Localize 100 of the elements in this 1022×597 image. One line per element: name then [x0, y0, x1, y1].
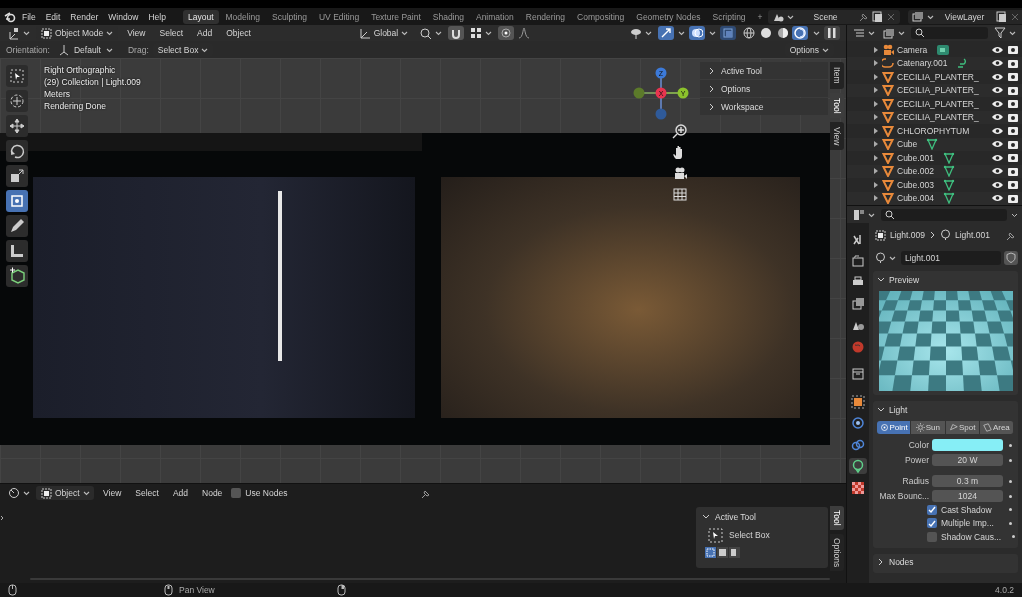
checkbox[interactable]: [927, 504, 937, 515]
grid-icon[interactable]: [670, 185, 690, 204]
menu-item[interactable]: View: [98, 486, 127, 500]
sidebar-tab[interactable]: Item: [830, 62, 844, 89]
panel-header[interactable]: Light: [877, 403, 1014, 416]
display-mode-button[interactable]: [851, 27, 877, 39]
eye-icon[interactable]: [991, 139, 1004, 150]
add-workspace-button[interactable]: +: [752, 9, 768, 24]
light-type-button[interactable]: Point: [877, 421, 912, 434]
camera-icon[interactable]: [1007, 71, 1019, 83]
shading-mode-button[interactable]: [792, 26, 808, 40]
scene-selector[interactable]: Scene: [767, 9, 900, 24]
xray-toggle[interactable]: [720, 26, 736, 40]
tool-button[interactable]: [6, 240, 28, 262]
tool-button[interactable]: [6, 215, 28, 237]
panel-header[interactable]: Workspace: [700, 98, 828, 115]
tool-button[interactable]: [6, 140, 28, 162]
number-field[interactable]: 0.3 m: [932, 475, 1003, 487]
shading-mode-button[interactable]: [775, 26, 791, 40]
checkbox[interactable]: [927, 518, 937, 529]
properties-tab[interactable]: [849, 295, 867, 312]
select-mode-extend-icon[interactable]: [717, 547, 728, 558]
sidebar-tab[interactable]: Tool: [830, 92, 844, 119]
camera-icon[interactable]: [1007, 57, 1019, 69]
keyframe-dot-icon[interactable]: [1009, 521, 1012, 525]
light-type-button[interactable]: Area: [979, 421, 1014, 434]
tool-button[interactable]: [6, 265, 28, 287]
fake-user-button[interactable]: [1004, 251, 1018, 265]
checkbox[interactable]: [927, 531, 937, 542]
menu-item[interactable]: File: [17, 9, 41, 24]
gizmo-toggle[interactable]: [658, 26, 674, 40]
proportional-edit-button[interactable]: [498, 26, 515, 40]
keyframe-dot-icon[interactable]: [1009, 479, 1012, 483]
menu-item[interactable]: Select: [154, 26, 189, 40]
camera-icon[interactable]: [1007, 98, 1019, 110]
camera-icon[interactable]: [1007, 192, 1019, 204]
menu-item[interactable]: Help: [143, 9, 171, 24]
filter-button[interactable]: [992, 26, 1018, 40]
light-browse-button[interactable]: [873, 251, 898, 265]
menu-item[interactable]: Select: [130, 486, 164, 500]
camera-icon[interactable]: [1007, 84, 1019, 96]
visibility-button[interactable]: [628, 26, 654, 40]
transform-orientation-dropdown[interactable]: Global: [353, 26, 414, 40]
tool-button[interactable]: [6, 90, 28, 112]
keyframe-dot-icon[interactable]: [1009, 458, 1012, 462]
tool-button[interactable]: [6, 165, 28, 187]
eye-icon[interactable]: [991, 179, 1004, 190]
view-layer-selector[interactable]: ViewLayer: [907, 9, 1022, 24]
eye-icon[interactable]: [991, 58, 1004, 69]
checkbox[interactable]: [231, 488, 242, 498]
editor-type-button[interactable]: [6, 25, 32, 41]
properties-tab[interactable]: [849, 479, 867, 496]
sidebar-tab[interactable]: Options: [830, 533, 844, 571]
properties-tab[interactable]: [849, 458, 867, 474]
workspace-tab[interactable]: Sculpting: [267, 9, 312, 24]
shading-mode-button[interactable]: [758, 26, 774, 40]
editor-type-button[interactable]: [851, 207, 877, 222]
workspace-tab[interactable]: Modeling: [220, 9, 265, 24]
eye-icon[interactable]: [991, 166, 1004, 177]
number-field[interactable]: 20 W: [932, 454, 1003, 466]
properties-tab[interactable]: [849, 415, 867, 431]
datablock-name-field[interactable]: Light.001: [901, 251, 1001, 265]
panel-header[interactable]: Active Tool: [700, 62, 828, 79]
mesh-data-icon[interactable]: [942, 151, 957, 164]
camera-data-icon[interactable]: [936, 43, 951, 56]
search-field[interactable]: [911, 27, 988, 39]
menu-item[interactable]: Node: [197, 486, 228, 500]
sidebar-tab[interactable]: View: [830, 122, 844, 151]
orientation-dropdown[interactable]: Default: [53, 42, 118, 57]
falloff-curve-icon[interactable]: [518, 27, 531, 39]
camera-icon[interactable]: [1007, 125, 1019, 137]
workspace-tab[interactable]: Layout: [182, 9, 219, 24]
menu-item[interactable]: View: [122, 26, 151, 40]
workspace-tab[interactable]: Geometry Nodes: [631, 9, 706, 24]
eye-icon[interactable]: [991, 125, 1004, 136]
zoom-icon[interactable]: [670, 122, 690, 141]
eye-icon[interactable]: [991, 193, 1004, 204]
camera-icon[interactable]: [1007, 179, 1019, 191]
eye-icon[interactable]: [991, 85, 1004, 96]
select-mode-subtract-icon[interactable]: [729, 547, 740, 558]
caret-icon[interactable]: [1011, 211, 1018, 218]
properties-tab[interactable]: [849, 393, 867, 410]
color-swatch[interactable]: [932, 439, 1003, 451]
panel-header[interactable]: Options: [700, 80, 828, 97]
camera-icon[interactable]: [1007, 138, 1019, 150]
number-field[interactable]: 1024: [932, 490, 1003, 502]
workspace-tab[interactable]: Texture Paint: [366, 9, 426, 24]
sidebar-tab[interactable]: Tool: [830, 506, 844, 530]
menu-item[interactable]: Render: [65, 9, 104, 24]
keyframe-dot-icon[interactable]: [1012, 535, 1015, 539]
workspace-tab[interactable]: Scripting: [707, 9, 751, 24]
shader-type-dropdown[interactable]: Object: [36, 486, 94, 500]
keyframe-dot-icon[interactable]: [1009, 508, 1012, 512]
light-type-button[interactable]: Spot: [945, 421, 980, 434]
light-type-button[interactable]: Sun: [911, 421, 946, 434]
camera-icon[interactable]: [1007, 111, 1019, 123]
properties-tab[interactable]: [849, 366, 867, 382]
workspace-tab[interactable]: Animation: [470, 9, 519, 24]
tool-button[interactable]: [6, 190, 28, 212]
menu-item[interactable]: Edit: [40, 9, 66, 24]
